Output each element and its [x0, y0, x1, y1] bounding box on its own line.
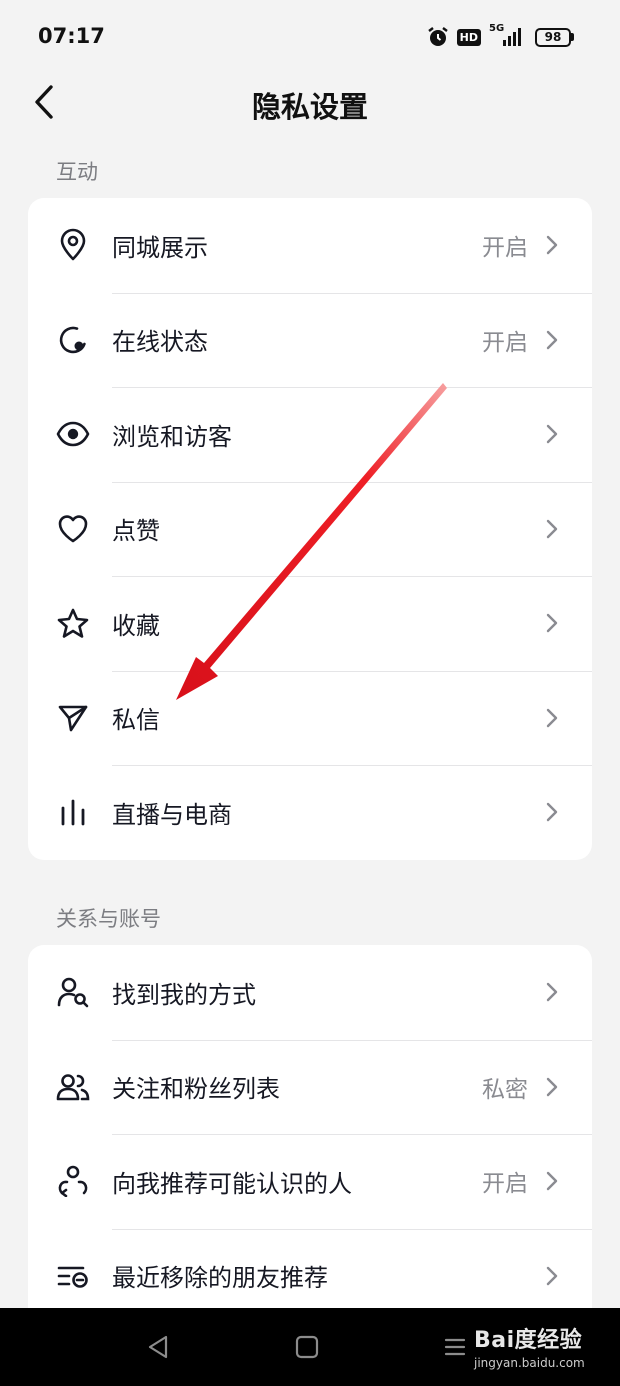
battery-level: 98 — [535, 27, 571, 47]
nav-recent-apps-icon[interactable] — [443, 1335, 467, 1359]
chevron-right-icon — [546, 1172, 558, 1191]
setting-row-favorites[interactable]: 收藏 — [28, 576, 592, 671]
chevron-right-icon — [546, 330, 558, 349]
eye-icon — [56, 417, 90, 451]
nav-bar: 隐私设置 — [0, 70, 620, 134]
alarm-icon — [427, 26, 449, 48]
recommend-person-icon — [56, 1164, 90, 1198]
setting-label: 同城展示 — [112, 233, 208, 262]
users-icon — [56, 1070, 90, 1104]
setting-row-direct-message[interactable]: 私信 — [28, 670, 592, 766]
chevron-right-icon — [546, 614, 558, 633]
setting-label: 在线状态 — [112, 328, 208, 357]
chevron-right-icon — [546, 1266, 558, 1285]
chevron-right-icon — [546, 708, 558, 727]
chevron-right-icon — [546, 803, 558, 822]
setting-label: 找到我的方式 — [112, 980, 256, 1009]
setting-row-same-city[interactable]: 同城展示 开启 — [28, 198, 592, 293]
setting-row-recommend-people[interactable]: 向我推荐可能认识的人 开启 — [28, 1134, 592, 1229]
nav-back-icon[interactable] — [146, 1334, 170, 1360]
paper-plane-icon — [56, 701, 90, 735]
online-status-icon — [56, 323, 90, 357]
chevron-right-icon — [546, 983, 558, 1002]
setting-label: 直播与电商 — [112, 800, 232, 829]
nav-home-icon[interactable] — [295, 1335, 319, 1359]
interaction-settings-card: 同城展示 开启 在线状态 开启 浏览和访客 点赞 收藏 私信 直播与电商 — [28, 198, 592, 860]
setting-label: 关注和粉丝列表 — [112, 1075, 280, 1104]
setting-row-likes[interactable]: 点赞 — [28, 481, 592, 577]
system-nav-bar: Bai度经验 jingyan.baidu.com — [0, 1308, 620, 1386]
removed-list-icon — [56, 1259, 90, 1293]
battery-icon: 98 — [535, 27, 574, 47]
setting-row-online-status[interactable]: 在线状态 开启 — [28, 292, 592, 388]
live-commerce-icon — [56, 795, 90, 829]
status-icons: HD 5G 98 — [427, 23, 574, 48]
find-person-icon — [56, 975, 90, 1009]
setting-row-removed-recommendations[interactable]: 最近移除的朋友推荐 — [28, 1228, 592, 1309]
status-bar: 07:17 HD 5G 98 — [0, 0, 620, 76]
hd-badge: HD — [456, 28, 481, 46]
network-type-label: 5G — [489, 23, 505, 34]
page-title: 隐私设置 — [251, 90, 368, 124]
setting-label: 收藏 — [112, 611, 160, 640]
watermark-url: jingyan.baidu.com — [474, 1356, 585, 1370]
star-icon — [56, 606, 90, 640]
setting-label: 私信 — [112, 706, 160, 735]
setting-row-browse-visitors[interactable]: 浏览和访客 — [28, 387, 592, 482]
setting-label: 点赞 — [112, 517, 160, 546]
setting-label: 向我推荐可能认识的人 — [112, 1169, 352, 1198]
setting-value: 开启 — [482, 235, 528, 262]
section-header-interaction: 互动 — [56, 160, 98, 184]
setting-row-find-me[interactable]: 找到我的方式 — [28, 945, 592, 1040]
setting-value: 开启 — [482, 329, 528, 356]
signal-icon: 5G — [489, 23, 527, 48]
status-time: 07:17 — [38, 24, 105, 48]
chevron-right-icon — [546, 425, 558, 444]
setting-value: 私密 — [482, 1076, 528, 1103]
setting-label: 最近移除的朋友推荐 — [112, 1264, 328, 1293]
watermark-logo: Bai度经验 — [474, 1328, 583, 1353]
section-header-relations-account: 关系与账号 — [56, 907, 161, 931]
chevron-right-icon — [546, 519, 558, 538]
chevron-right-icon — [546, 1077, 558, 1096]
watermark: Bai度经验 jingyan.baidu.com — [474, 1322, 585, 1370]
setting-value: 开启 — [482, 1171, 528, 1198]
setting-row-follow-fans-list[interactable]: 关注和粉丝列表 私密 — [28, 1039, 592, 1135]
heart-icon — [56, 512, 90, 546]
chevron-right-icon — [546, 236, 558, 255]
setting-label: 浏览和访客 — [112, 422, 232, 451]
location-pin-icon — [56, 228, 90, 262]
relations-settings-card: 找到我的方式 关注和粉丝列表 私密 向我推荐可能认识的人 开启 最近移除的朋友推… — [28, 945, 592, 1308]
setting-row-live-commerce[interactable]: 直播与电商 — [28, 765, 592, 860]
